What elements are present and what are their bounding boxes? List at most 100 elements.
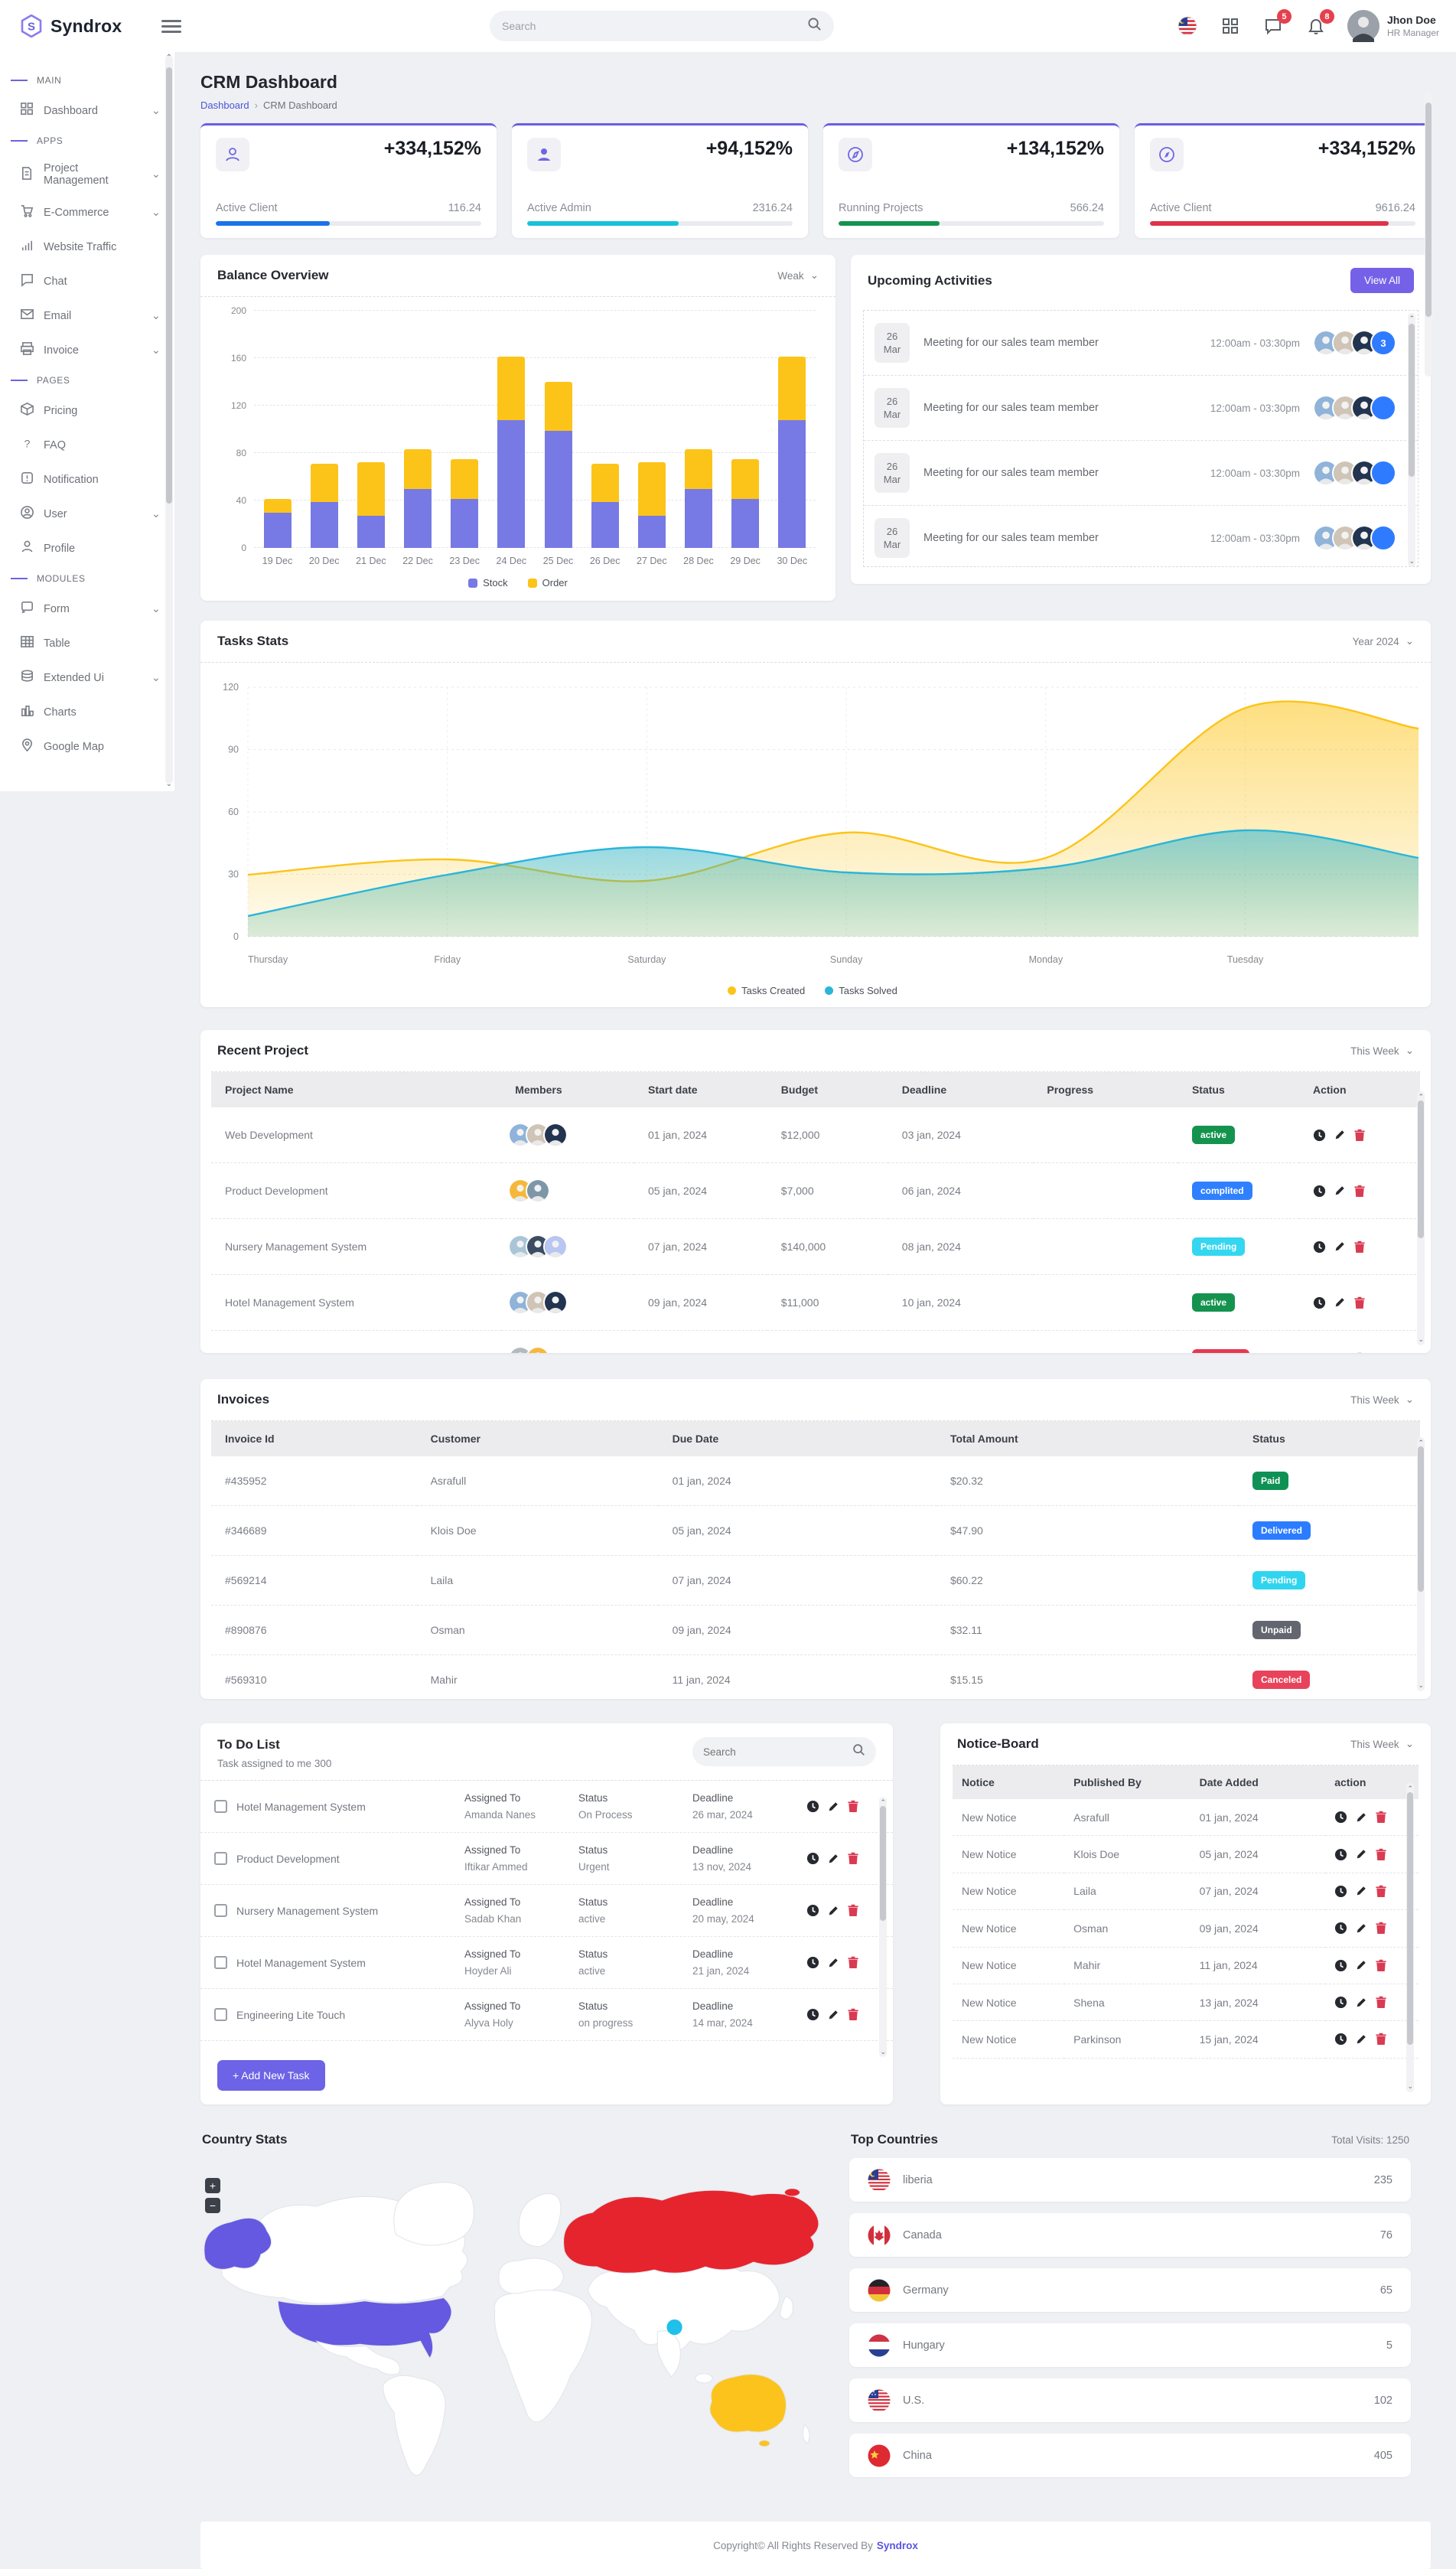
sidebar-scroll-up-icon[interactable]: ⌃ bbox=[166, 54, 172, 62]
balance-period-select[interactable]: Weak ⌄ bbox=[777, 269, 819, 282]
recent-project-period-select[interactable]: This Week ⌄ bbox=[1350, 1045, 1414, 1057]
sidebar-item-profile[interactable]: Profile bbox=[0, 531, 174, 566]
edit-icon[interactable] bbox=[1334, 1185, 1346, 1197]
global-search[interactable] bbox=[490, 11, 834, 41]
todo-row[interactable]: Engineering Lite Touch Assigned To Alyva H… bbox=[200, 1989, 893, 2041]
table-row[interactable]: New Notice Parkinson 15 jan, 2024 bbox=[953, 2020, 1419, 2059]
search-input[interactable] bbox=[502, 20, 807, 32]
sidebar-item-email[interactable]: Email ⌄ bbox=[0, 298, 174, 333]
table-row[interactable]: New Notice Laila 07 jan, 2024 bbox=[953, 1873, 1419, 1911]
edit-icon[interactable] bbox=[1334, 1352, 1346, 1353]
view-icon[interactable] bbox=[1313, 1240, 1326, 1254]
edit-icon[interactable] bbox=[1334, 1129, 1346, 1141]
table-row[interactable]: New Notice Klois Doe 05 jan, 2024 bbox=[953, 1835, 1419, 1873]
sidebar-item-faq[interactable]: ? FAQ bbox=[0, 428, 174, 462]
delete-icon[interactable] bbox=[1353, 1296, 1366, 1309]
notifications-bell-icon[interactable]: 8 bbox=[1305, 9, 1334, 37]
table-row[interactable]: #435952 Asrafull 01 jan, 2024 $20.32 Paid bbox=[211, 1456, 1420, 1506]
country-row-us[interactable]: U.S. 102 bbox=[849, 2378, 1411, 2422]
table-row[interactable]: New Notice Mahir 11 jan, 2024 bbox=[953, 1947, 1419, 1984]
view-icon[interactable] bbox=[1334, 2033, 1347, 2046]
table-row[interactable]: #569310 Mahir 11 jan, 2024 $15.15 Canceled bbox=[211, 1655, 1420, 1699]
invoices-period-select[interactable]: This Week ⌄ bbox=[1350, 1394, 1414, 1406]
world-map[interactable]: + − bbox=[200, 2158, 835, 2499]
apps-grid-icon[interactable] bbox=[1219, 15, 1242, 37]
table-row[interactable]: New Notice Asrafull 01 jan, 2024 bbox=[953, 1799, 1419, 1837]
activity-row[interactable]: 26 Mar Meeting for our sales team member 12… bbox=[864, 311, 1418, 376]
edit-icon[interactable] bbox=[1355, 1997, 1367, 2009]
map-zoom-out-button[interactable]: − bbox=[205, 2198, 220, 2213]
bar-29-dec[interactable] bbox=[731, 458, 760, 548]
view-icon[interactable] bbox=[806, 1904, 819, 1917]
bar-26-dec[interactable] bbox=[591, 463, 619, 548]
sidebar-item-google-map[interactable]: Google Map bbox=[0, 729, 174, 764]
recent-project-scroll-up-icon[interactable]: ⌃ bbox=[1418, 1093, 1424, 1101]
bar-27-dec[interactable] bbox=[637, 462, 666, 548]
table-row[interactable]: #569214 Laila 07 jan, 2024 $60.22 Pending bbox=[211, 1555, 1420, 1606]
activities-scrollbar[interactable] bbox=[1408, 313, 1415, 567]
sidebar-item-user[interactable]: User ⌄ bbox=[0, 497, 174, 531]
delete-icon[interactable] bbox=[1375, 1811, 1387, 1824]
bar-19-dec[interactable] bbox=[263, 499, 292, 548]
countries-scrollbar[interactable] bbox=[1425, 92, 1432, 377]
country-row-hungary[interactable]: Hungary 5 bbox=[849, 2323, 1411, 2367]
language-flag-icon[interactable] bbox=[1176, 15, 1199, 37]
search-icon[interactable] bbox=[807, 17, 822, 35]
logo[interactable]: S Syndrox bbox=[20, 15, 161, 37]
task-checkbox[interactable] bbox=[214, 1800, 227, 1813]
todo-row[interactable]: Hotel Management System Assigned To Amanda… bbox=[200, 1781, 893, 1833]
delete-icon[interactable] bbox=[1353, 1129, 1366, 1142]
view-icon[interactable] bbox=[1313, 1296, 1326, 1309]
edit-icon[interactable] bbox=[827, 1957, 839, 1969]
todo-row[interactable]: Product Development Assigned To Iftikar Am… bbox=[200, 1833, 893, 1885]
bar-21-dec[interactable] bbox=[357, 462, 385, 548]
todo-scroll-up-icon[interactable]: ⌃ bbox=[880, 1798, 886, 1807]
bar-30-dec[interactable] bbox=[778, 357, 806, 548]
view-all-button[interactable]: View All bbox=[1350, 268, 1414, 293]
table-row[interactable]: Engineering Lite Touch 11 jan, 2024$12,0… bbox=[211, 1330, 1420, 1353]
country-row-germany[interactable]: Germany 65 bbox=[849, 2268, 1411, 2312]
view-icon[interactable] bbox=[1313, 1185, 1326, 1198]
todo-search[interactable] bbox=[692, 1737, 876, 1766]
edit-icon[interactable] bbox=[827, 1905, 839, 1917]
sidebar-item-dashboard[interactable]: Dashboard ⌄ bbox=[0, 93, 174, 128]
search-icon[interactable] bbox=[852, 1743, 865, 1760]
invoices-scroll-up-icon[interactable]: ⌃ bbox=[1418, 1439, 1424, 1447]
breadcrumb-home[interactable]: Dashboard bbox=[200, 99, 249, 111]
activity-row[interactable]: 26 Mar Meeting for our sales team member 12… bbox=[864, 441, 1418, 506]
footer-brand-link[interactable]: Syndrox bbox=[877, 2540, 918, 2551]
delete-icon[interactable] bbox=[1375, 1996, 1387, 2009]
messages-icon[interactable]: 5 bbox=[1262, 9, 1292, 37]
invoices-scroll-down-icon[interactable]: ⌄ bbox=[1418, 1681, 1424, 1690]
notice-scrollbar[interactable] bbox=[1406, 1783, 1414, 2092]
view-icon[interactable] bbox=[1334, 1848, 1347, 1861]
activity-more-count[interactable] bbox=[1370, 525, 1396, 551]
delete-icon[interactable] bbox=[847, 2008, 859, 2021]
hamburger-icon[interactable] bbox=[161, 17, 181, 36]
add-new-task-button[interactable]: + Add New Task bbox=[217, 2060, 325, 2091]
todo-row[interactable]: Hotel Management System Assigned To Hoyder… bbox=[200, 1937, 893, 1989]
sidebar-item-pricing[interactable]: Pricing bbox=[0, 393, 174, 428]
edit-icon[interactable] bbox=[1355, 2033, 1367, 2046]
delete-icon[interactable] bbox=[1375, 1922, 1387, 1935]
view-icon[interactable] bbox=[1334, 1922, 1347, 1935]
table-row[interactable]: Web Development 01 jan, 2024 $12,000 03 ja… bbox=[211, 1107, 1420, 1163]
notice-scroll-up-icon[interactable]: ⌃ bbox=[1407, 1785, 1413, 1793]
sidebar-item-charts[interactable]: Charts bbox=[0, 695, 174, 729]
sidebar-item-table[interactable]: Table bbox=[0, 626, 174, 660]
delete-icon[interactable] bbox=[847, 1852, 859, 1865]
view-icon[interactable] bbox=[1313, 1129, 1326, 1142]
view-icon[interactable] bbox=[1313, 1352, 1326, 1353]
table-row[interactable]: Nursery Management System 07 jan, 2024 $1… bbox=[211, 1218, 1420, 1275]
delete-icon[interactable] bbox=[1375, 1848, 1387, 1861]
sidebar-item-invoice[interactable]: Invoice ⌄ bbox=[0, 333, 174, 367]
view-icon[interactable] bbox=[806, 2008, 819, 2021]
sidebar-item-project-management[interactable]: Project Management ⌄ bbox=[0, 154, 174, 195]
user-menu[interactable]: Jhon Doe HR Manager bbox=[1347, 10, 1439, 42]
sidebar-item-e-commerce[interactable]: E-Commerce ⌄ bbox=[0, 195, 174, 230]
recent-project-scroll-down-icon[interactable]: ⌄ bbox=[1418, 1335, 1424, 1344]
task-checkbox[interactable] bbox=[214, 1904, 227, 1917]
edit-icon[interactable] bbox=[827, 1801, 839, 1813]
activity-more-count[interactable] bbox=[1370, 395, 1396, 421]
delete-icon[interactable] bbox=[1353, 1185, 1366, 1198]
